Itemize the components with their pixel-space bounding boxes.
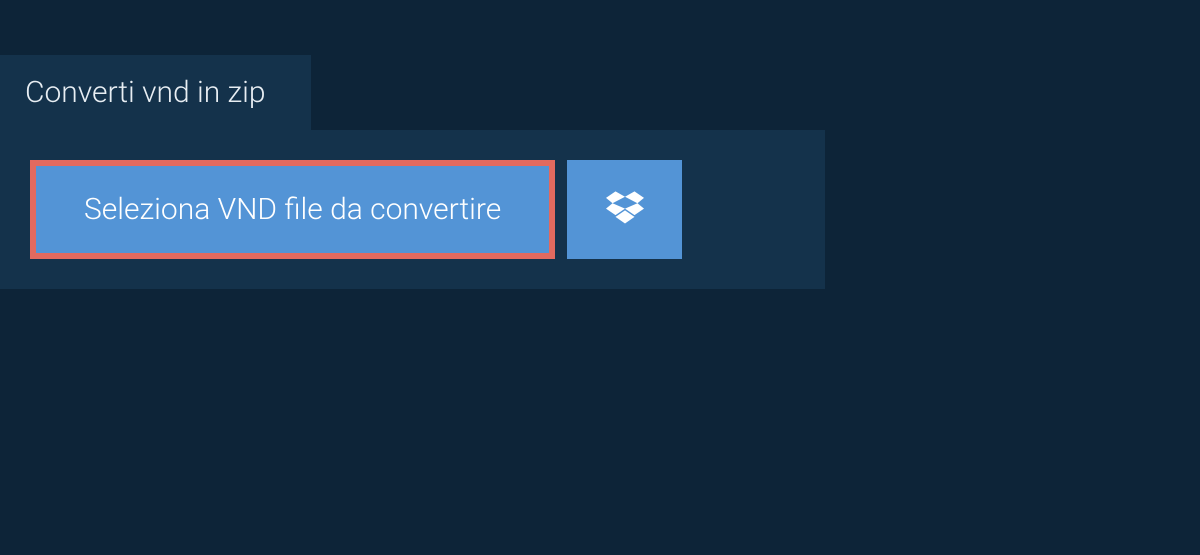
tab-title: Converti vnd in zip [25, 75, 266, 110]
tab-convert[interactable]: Converti vnd in zip [0, 55, 311, 130]
select-file-label: Seleziona VND file da convertire [84, 192, 501, 227]
dropbox-button[interactable] [567, 160, 682, 259]
dropbox-icon [606, 189, 644, 231]
content-panel: Seleziona VND file da convertire [0, 130, 825, 289]
button-row: Seleziona VND file da convertire [30, 160, 795, 259]
select-file-button[interactable]: Seleziona VND file da convertire [30, 160, 555, 259]
tab-container: Converti vnd in zip Seleziona VND file d… [0, 55, 1200, 289]
